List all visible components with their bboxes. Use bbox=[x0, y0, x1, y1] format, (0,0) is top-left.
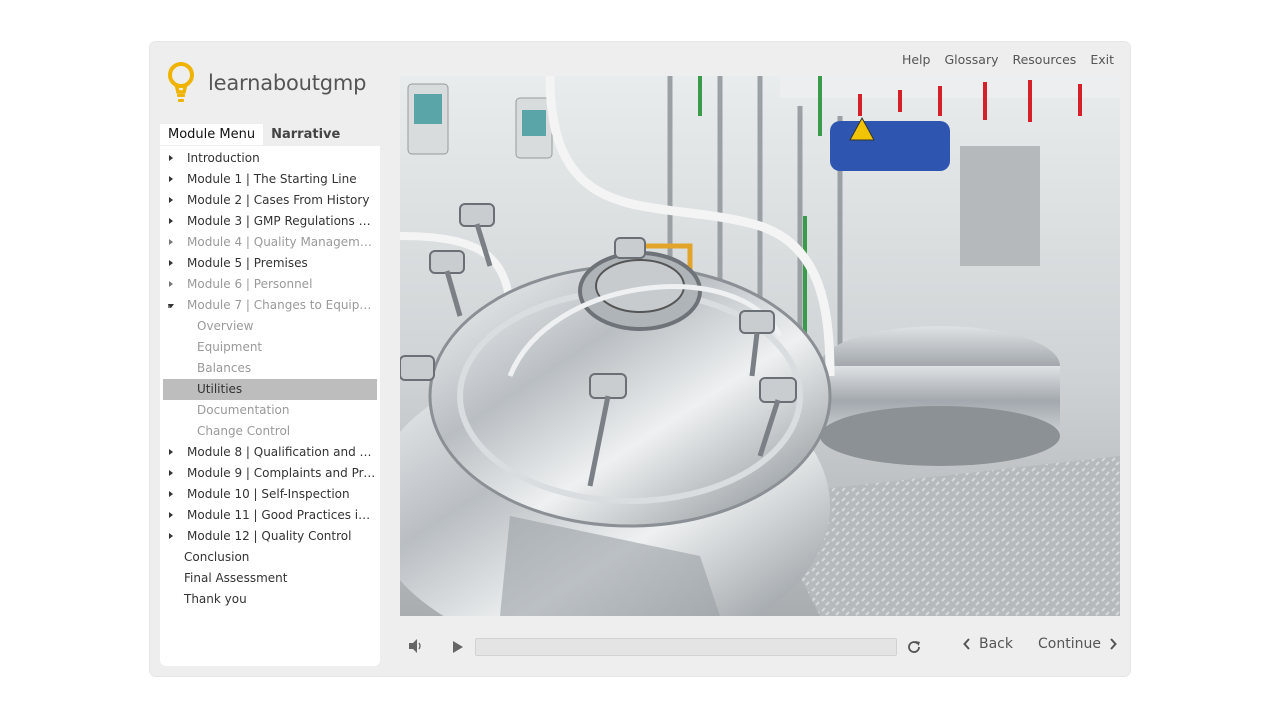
menu-item[interactable]: Module 3 | GMP Regulations & Gu... bbox=[163, 211, 377, 232]
menu-item-label: Module 11 | Good Practices in Pro... bbox=[187, 508, 377, 522]
caret-right-icon bbox=[169, 239, 173, 245]
playback-controls: Back Continue bbox=[400, 634, 1120, 660]
menu-subitem[interactable]: Documentation bbox=[163, 400, 377, 421]
course-player: learnaboutgmp Help Glossary Resources Ex… bbox=[150, 42, 1130, 676]
continue-button[interactable]: Continue bbox=[1038, 636, 1117, 652]
menu-item-label: Module 5 | Premises bbox=[187, 256, 308, 270]
brand-name: learnaboutgmp bbox=[208, 71, 367, 95]
stainless-tank-photo bbox=[400, 76, 1120, 616]
menu-item[interactable]: Thank you bbox=[163, 589, 377, 610]
menu-item[interactable]: Module 5 | Premises bbox=[163, 253, 377, 274]
tab-narrative[interactable]: Narrative bbox=[263, 124, 348, 145]
caret-right-icon bbox=[169, 176, 173, 182]
brand-logo: learnaboutgmp bbox=[168, 62, 367, 104]
caret-right-icon bbox=[169, 197, 173, 203]
menu-item[interactable]: Module 11 | Good Practices in Pro... bbox=[163, 505, 377, 526]
menu-item[interactable]: Module 7 | Changes to Equipment... bbox=[163, 295, 377, 316]
play-icon[interactable] bbox=[452, 639, 464, 658]
menu-item[interactable]: Module 8 | Qualification and Valid... bbox=[163, 442, 377, 463]
menu-item-label: Conclusion bbox=[184, 550, 250, 564]
back-button[interactable]: Back bbox=[963, 636, 1013, 652]
progress-bar[interactable] bbox=[475, 638, 897, 656]
menu-subitem[interactable]: Utilities bbox=[163, 379, 377, 400]
menu-item[interactable]: Module 12 | Quality Control bbox=[163, 526, 377, 547]
menu-item-label: Module 9 | Complaints and Produ... bbox=[187, 466, 377, 480]
replay-icon[interactable] bbox=[905, 638, 923, 660]
help-link[interactable]: Help bbox=[902, 52, 931, 67]
menu-subitem[interactable]: Balances bbox=[163, 358, 377, 379]
menu-subitem[interactable]: Equipment bbox=[163, 337, 377, 358]
menu-item[interactable]: Introduction bbox=[163, 148, 377, 169]
menu-item-label: Module 2 | Cases From History bbox=[187, 193, 370, 207]
menu-item-label: Module 1 | The Starting Line bbox=[187, 172, 357, 186]
chevron-right-icon bbox=[1110, 638, 1117, 650]
sidebar-tabs: Module Menu Narrative bbox=[160, 124, 348, 145]
menu-item-label: Balances bbox=[197, 361, 252, 375]
continue-label: Continue bbox=[1038, 636, 1101, 652]
caret-right-icon bbox=[169, 155, 173, 161]
back-label: Back bbox=[979, 636, 1013, 652]
menu-item-label: Module 8 | Qualification and Valid... bbox=[187, 445, 377, 459]
menu-item-label: Change Control bbox=[197, 424, 291, 438]
chevron-left-icon bbox=[963, 638, 970, 650]
caret-right-icon bbox=[169, 218, 173, 224]
menu-item[interactable]: Module 4 | Quality Management S... bbox=[163, 232, 377, 253]
caret-right-icon bbox=[169, 512, 173, 518]
menu-item-label: Equipment bbox=[197, 340, 263, 354]
caret-down-icon bbox=[168, 304, 174, 308]
caret-right-icon bbox=[169, 470, 173, 476]
menu-item[interactable]: Conclusion bbox=[163, 547, 377, 568]
menu-item[interactable]: Final Assessment bbox=[163, 568, 377, 589]
menu-item[interactable]: Module 10 | Self-Inspection bbox=[163, 484, 377, 505]
caret-right-icon bbox=[169, 281, 173, 287]
caret-right-icon bbox=[169, 260, 173, 266]
menu-item-label: Utilities bbox=[197, 382, 243, 396]
menu-item-label: Module 10 | Self-Inspection bbox=[187, 487, 350, 501]
menu-item-label: Module 4 | Quality Management S... bbox=[187, 235, 377, 249]
menu-item-label: Introduction bbox=[187, 151, 260, 165]
slide-image bbox=[400, 76, 1120, 616]
menu-item-label: Overview bbox=[197, 319, 254, 333]
glossary-link[interactable]: Glossary bbox=[944, 52, 998, 67]
caret-right-icon bbox=[169, 533, 173, 539]
menu-subitem[interactable]: Change Control bbox=[163, 421, 377, 442]
menu-item-label: Module 6 | Personnel bbox=[187, 277, 313, 291]
resources-link[interactable]: Resources bbox=[1012, 52, 1076, 67]
menu-item[interactable]: Module 1 | The Starting Line bbox=[163, 169, 377, 190]
exit-link[interactable]: Exit bbox=[1090, 52, 1114, 67]
tab-module-menu[interactable]: Module Menu bbox=[160, 124, 264, 145]
menu-item-label: Module 12 | Quality Control bbox=[187, 529, 352, 543]
speaker-icon[interactable] bbox=[408, 638, 424, 658]
menu-item[interactable]: Module 6 | Personnel bbox=[163, 274, 377, 295]
menu-item-label: Final Assessment bbox=[184, 571, 288, 585]
menu-item-label: Documentation bbox=[197, 403, 290, 417]
caret-right-icon bbox=[169, 491, 173, 497]
menu-item[interactable]: Module 2 | Cases From History bbox=[163, 190, 377, 211]
module-menu: Introduction Module 1 | The Starting Line… bbox=[160, 146, 380, 666]
menu-subitem[interactable]: Overview bbox=[163, 316, 377, 337]
menu-item-label: Module 3 | GMP Regulations & Gu... bbox=[187, 214, 377, 228]
lightbulb-icon bbox=[168, 62, 194, 102]
menu-item-label: Module 7 | Changes to Equipment... bbox=[187, 298, 377, 312]
menu-item[interactable]: Module 9 | Complaints and Produ... bbox=[163, 463, 377, 484]
menu-item-label: Thank you bbox=[184, 592, 247, 606]
caret-right-icon bbox=[169, 449, 173, 455]
top-nav: Help Glossary Resources Exit bbox=[902, 52, 1114, 67]
